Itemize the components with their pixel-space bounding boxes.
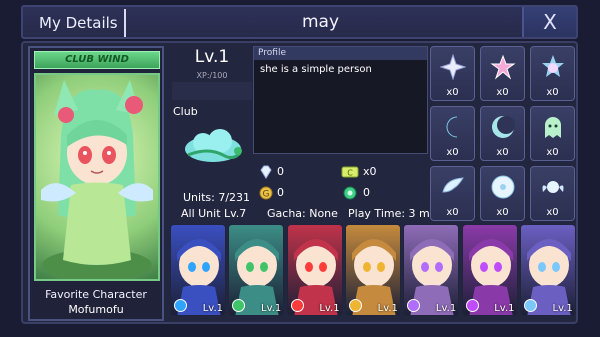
- club-label: Club: [173, 105, 198, 118]
- player-name: may: [301, 12, 340, 32]
- angel-wings-icon: [531, 170, 574, 204]
- diamond-icon: [260, 165, 272, 179]
- close-icon: X: [543, 10, 557, 34]
- ticket-count: x0: [363, 165, 377, 178]
- diamond-count: 0: [277, 165, 284, 178]
- item-slot[interactable]: x0: [530, 106, 575, 161]
- details-panel: CLUB WIND Favorite Character Mofumofu Lv…: [21, 41, 578, 324]
- character-portrait: [34, 73, 160, 281]
- favorite-character-label: Favorite Character: [45, 288, 147, 301]
- item-slot[interactable]: x0: [480, 106, 525, 161]
- green-gear-icon: [343, 186, 357, 200]
- unit-level: Lv.1: [261, 303, 282, 314]
- element-orb-icon: [465, 299, 479, 312]
- svg-text:C: C: [347, 169, 353, 178]
- item-count: x0: [446, 147, 459, 158]
- item-count: x0: [546, 87, 559, 98]
- unit-level: Lv.1: [552, 303, 573, 314]
- pink-star-icon: [481, 50, 524, 84]
- profile-box[interactable]: Profile she is a simple person: [253, 46, 428, 154]
- green-currency-count: 0: [363, 186, 370, 199]
- unit-card[interactable]: Lv.1: [519, 224, 576, 316]
- wing-icon: [431, 170, 474, 204]
- item-count: x0: [446, 87, 459, 98]
- unit-card[interactable]: Lv.1: [344, 224, 401, 316]
- item-slot[interactable]: x0: [530, 46, 575, 101]
- unit-card[interactable]: Lv.1: [403, 224, 460, 316]
- moon-icon: [431, 110, 474, 144]
- unit-level: Lv.1: [319, 303, 340, 314]
- item-count: x0: [496, 207, 509, 218]
- units-count: Units: 7/231: [183, 191, 251, 204]
- unit-level: Lv.1: [202, 303, 223, 314]
- unit-level: Lv.1: [377, 303, 398, 314]
- item-count: x0: [496, 147, 509, 158]
- item-count: x0: [546, 147, 559, 158]
- item-count: x0: [446, 207, 459, 218]
- svg-text:G: G: [263, 190, 270, 200]
- level-divider: [172, 82, 252, 100]
- ticket-icon: C: [341, 166, 359, 178]
- element-orb-icon: [290, 299, 304, 312]
- item-slot[interactable]: x0: [430, 106, 475, 161]
- favorite-character-name: Mofumofu: [68, 303, 124, 316]
- star-mascot-icon: [531, 50, 574, 84]
- unit-level: Lv.1: [494, 303, 515, 314]
- gacha-status: Gacha: None: [267, 207, 338, 220]
- item-slot[interactable]: x0: [480, 46, 525, 101]
- player-level: Lv.1: [194, 47, 230, 67]
- title-bar: My Details may X: [21, 5, 578, 39]
- xp-progress: XP:/100: [196, 71, 228, 80]
- item-slot[interactable]: x0: [430, 46, 475, 101]
- all-unit-level: All Unit Lv.7: [181, 207, 247, 220]
- item-slot[interactable]: x0: [480, 166, 525, 221]
- ghost-icon: [531, 110, 574, 144]
- close-button[interactable]: X: [522, 7, 576, 37]
- element-orb-icon: [348, 299, 362, 312]
- club-banner: CLUB WIND: [34, 51, 160, 69]
- element-orb-icon: [174, 299, 187, 312]
- gold-count: 0: [277, 186, 284, 199]
- page-title: My Details: [39, 14, 118, 32]
- favorite-character-card[interactable]: CLUB WIND Favorite Character Mofumofu: [28, 46, 164, 321]
- wind-cloud-icon[interactable]: [178, 127, 248, 167]
- gold-coin-icon: G: [259, 186, 273, 200]
- item-slot[interactable]: x0: [430, 166, 475, 221]
- disc-icon: [481, 170, 524, 204]
- crescent-moon-icon: [481, 110, 524, 144]
- profile-header: Profile: [254, 47, 427, 60]
- unit-card[interactable]: Lv.1: [461, 224, 518, 316]
- unit-level: Lv.1: [435, 303, 457, 314]
- white-star-icon: [431, 50, 474, 84]
- play-time: Play Time: 3 min: [348, 207, 440, 220]
- item-count: x0: [546, 207, 559, 218]
- profile-bio: she is a simple person: [260, 64, 372, 75]
- unit-card[interactable]: Lv.1: [286, 224, 343, 316]
- unit-card[interactable]: Lv.1: [228, 224, 285, 316]
- item-slot[interactable]: x0: [530, 166, 575, 221]
- item-count: x0: [496, 87, 509, 98]
- unit-card[interactable]: Lv.1: [170, 224, 226, 316]
- element-orb-icon: [523, 299, 537, 312]
